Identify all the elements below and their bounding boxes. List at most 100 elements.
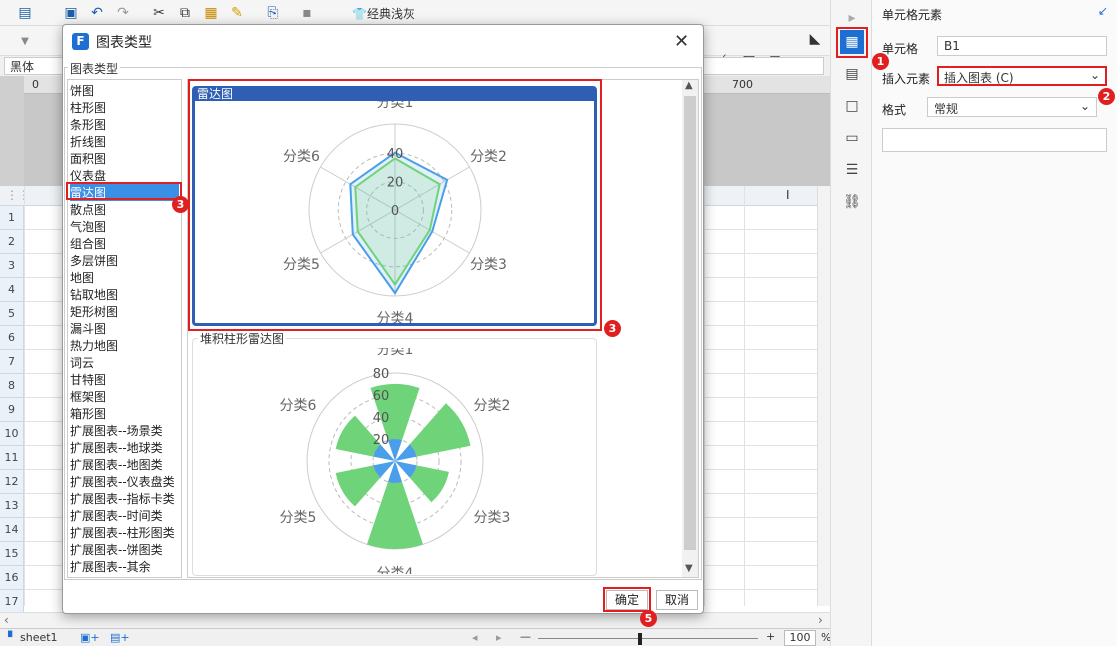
highlight-radar-item <box>66 182 182 200</box>
zoom-out-icon[interactable]: — <box>520 630 531 643</box>
chart-type-item[interactable]: 多层饼图 <box>70 252 118 269</box>
zoom-input[interactable]: 100 <box>784 630 816 646</box>
chart-type-item[interactable]: 组合图 <box>70 235 106 252</box>
chart-type-item[interactable]: 气泡图 <box>70 218 106 235</box>
row-header[interactable]: 5 <box>0 302 24 326</box>
row-header[interactable]: 16 <box>0 566 24 590</box>
zoom-slider[interactable] <box>538 638 758 639</box>
scroll-left-icon[interactable]: ‹ <box>4 613 9 627</box>
chart-type-item[interactable]: 扩展图表--指标卡类 <box>70 490 175 507</box>
widget-icon[interactable]: ▭ <box>840 126 864 150</box>
chart-type-item[interactable]: 矩形树图 <box>70 303 118 320</box>
badge-3a: 3 <box>172 196 189 213</box>
undo-icon[interactable]: ↶ <box>88 4 106 22</box>
sheet-tab[interactable]: sheet1 <box>20 631 58 644</box>
row-header[interactable]: 17 <box>0 590 24 614</box>
chart-type-list[interactable]: 饼图 柱形图 条形图 折线图 面积图 仪表盘 雷达图 散点图 气泡图 组合图 多层饼图 地图 钻取地图矩… <box>67 79 182 578</box>
preview-scroll-thumb[interactable] <box>684 96 696 550</box>
chart-type-item[interactable]: 甘特图 <box>70 371 106 388</box>
stacked-polar-bar-title: 堆积柱形雷达图 <box>198 330 287 347</box>
chart-type-item[interactable]: 扩展图表--柱形图类 <box>70 524 175 541</box>
chart-type-item[interactable]: 词云 <box>70 354 94 371</box>
row-header[interactable]: 9 <box>0 398 24 422</box>
pin-icon[interactable]: ◣ <box>806 30 824 48</box>
chart-type-item[interactable]: 扩展图表--地球类 <box>70 439 163 456</box>
image-icon[interactable]: ▪ <box>298 4 316 22</box>
scroll-down-icon[interactable]: ▼ <box>685 563 693 574</box>
badge-3b: 3 <box>604 320 621 337</box>
cell-attr-icon[interactable]: ▤ <box>840 62 864 86</box>
next-icon[interactable]: ▸ <box>496 631 502 644</box>
row-header[interactable]: 12 <box>0 470 24 494</box>
badge-1: 1 <box>872 53 889 70</box>
cell-label: 单元格 <box>882 42 919 56</box>
cancel-button[interactable]: 取消 <box>656 590 698 610</box>
chevron-down-icon[interactable]: ▼ <box>16 32 34 50</box>
zoom-in-icon[interactable]: + <box>766 630 775 643</box>
row-header[interactable]: 7 <box>0 350 24 374</box>
chart-type-item[interactable]: 钻取地图 <box>70 286 118 303</box>
format-label: 格式 <box>882 103 907 117</box>
preview-icon[interactable]: ⎘ <box>264 4 282 22</box>
close-icon[interactable]: ✕ <box>674 31 689 52</box>
redo-icon[interactable]: ↷ <box>114 4 132 22</box>
scroll-up-icon[interactable]: ▲ <box>685 80 693 91</box>
scroll-right-icon[interactable]: › <box>818 613 823 627</box>
expand-icon[interactable]: ↙ <box>1098 4 1108 18</box>
theme-button[interactable]: 👕经典浅灰 <box>352 5 415 22</box>
cell-field[interactable]: B1 <box>937 36 1107 56</box>
chart-type-item[interactable]: 热力地图 <box>70 337 118 354</box>
add-report-icon[interactable]: ▤+ <box>110 631 130 644</box>
add-sheet-icon[interactable]: ▣+ <box>80 631 100 644</box>
horizontal-scrollbar[interactable]: ‹ › <box>0 612 830 628</box>
chart-type-item[interactable]: 柱形图 <box>70 99 106 116</box>
chart-type-item[interactable]: 面积图 <box>70 150 106 167</box>
chart-type-item[interactable]: 地图 <box>70 269 94 286</box>
chart-type-item[interactable]: 饼图 <box>70 82 94 99</box>
row-header[interactable]: 6 <box>0 326 24 350</box>
zoom-handle[interactable] <box>638 633 642 645</box>
chart-type-item[interactable]: 条形图 <box>70 116 106 133</box>
row-header[interactable]: 1 <box>0 206 24 230</box>
row-header[interactable]: 10 <box>0 422 24 446</box>
chart-type-item[interactable]: 框架图 <box>70 388 106 405</box>
chart-type-item[interactable]: 折线图 <box>70 133 106 150</box>
format-detail-field[interactable] <box>882 128 1107 152</box>
row-header[interactable]: 11 <box>0 446 24 470</box>
polar-bar-top <box>409 465 449 503</box>
format-select[interactable]: 常规 ⌄ <box>927 97 1097 117</box>
cut-icon[interactable]: ✂ <box>150 4 168 22</box>
row-header[interactable]: 14 <box>0 518 24 542</box>
row-header[interactable]: 13 <box>0 494 24 518</box>
chart-type-item[interactable]: 扩展图表--仪表盘类 <box>70 473 175 490</box>
row-header[interactable]: 2 <box>0 230 24 254</box>
highlight-ok <box>603 587 651 612</box>
prev-icon[interactable]: ◂ <box>472 631 478 644</box>
format-brush-icon[interactable]: ✎ <box>228 4 246 22</box>
row-header[interactable]: 15 <box>0 542 24 566</box>
chart-type-item[interactable]: 扩展图表--地图类 <box>70 456 163 473</box>
frame-icon[interactable]: □ <box>840 94 864 118</box>
paste-icon[interactable]: ▦ <box>202 4 220 22</box>
row-header[interactable]: 3 <box>0 254 24 278</box>
chart-type-item[interactable]: 扩展图表--场景类 <box>70 422 163 439</box>
row-header[interactable]: 4 <box>0 278 24 302</box>
chart-type-item[interactable]: 扩展图表--其余 <box>70 558 151 575</box>
polar-category-label: 分类5 <box>280 510 317 526</box>
dialog-title: 图表类型 <box>96 35 152 51</box>
list-icon[interactable]: ☰ <box>840 158 864 182</box>
copy-icon[interactable]: ⧉ <box>176 4 194 22</box>
link-icon[interactable]: ⛓ <box>840 190 864 214</box>
chart-type-item[interactable]: 扩展图表--饼图类 <box>70 541 163 558</box>
chart-type-item[interactable]: 箱形图 <box>70 405 106 422</box>
chart-type-item[interactable]: 漏斗图 <box>70 320 106 337</box>
chart-type-item[interactable]: 散点图 <box>70 201 106 218</box>
chart-type-item[interactable]: 扩展图表--时间类 <box>70 507 163 524</box>
save-icon[interactable]: ▣ <box>62 4 80 22</box>
ruler-zero: 0 <box>32 78 39 91</box>
row-header[interactable]: 8 <box>0 374 24 398</box>
vertical-scrollbar[interactable] <box>817 186 830 606</box>
template-icon[interactable]: ▤ <box>16 4 34 22</box>
select-all-icon[interactable]: ⋮⋮ <box>6 188 30 202</box>
polar-bar-top <box>366 481 424 549</box>
